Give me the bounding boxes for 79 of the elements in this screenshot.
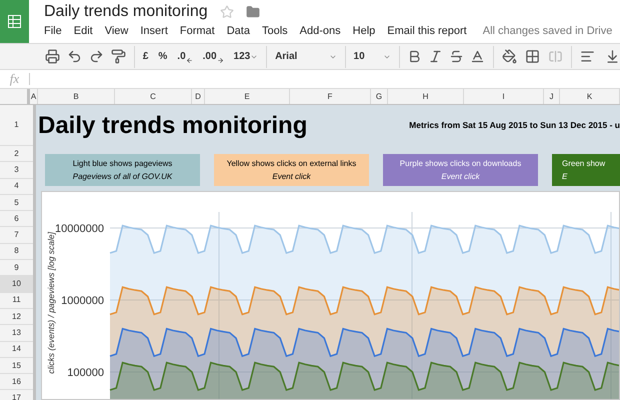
decrease-decimal-button[interactable]: .0 [177, 49, 186, 64]
menu-item[interactable]: File [44, 22, 62, 40]
row-header[interactable]: 13 [0, 325, 33, 342]
column-header[interactable]: F [290, 89, 371, 104]
arrow-right-icon [216, 57, 224, 64]
number-format-button[interactable]: 123 [234, 49, 250, 64]
row-header[interactable]: 7 [0, 227, 33, 244]
row-header[interactable]: 3 [0, 162, 33, 179]
undo-icon[interactable] [67, 49, 82, 64]
legend-label: Purple shows clicks on downloads [400, 158, 522, 170]
borders-icon[interactable] [525, 49, 540, 64]
arrow-left-icon [186, 57, 193, 64]
app-logo[interactable] [0, 0, 29, 43]
column-header[interactable]: C [115, 89, 192, 104]
axis-tick-label: 1000000 [61, 295, 104, 307]
row-header[interactable]: 12 [0, 308, 33, 326]
legend-label: Light blue shows pageviews [72, 158, 172, 170]
column-header[interactable]: G [371, 89, 388, 104]
font-dropdown[interactable]: Arial [275, 49, 298, 64]
axis-tick-label: 100000 [67, 367, 104, 379]
star-icon[interactable] [220, 4, 234, 18]
row-header[interactable]: 2 [0, 146, 33, 162]
vertical-align-icon[interactable] [605, 49, 620, 64]
menu-item[interactable]: Add-ons [300, 22, 341, 40]
column-header[interactable]: I [464, 89, 544, 104]
align-icon[interactable] [580, 49, 596, 64]
paint-format-icon[interactable] [111, 49, 126, 64]
font-size-dropdown[interactable]: 10 [354, 49, 365, 64]
currency-button[interactable]: £ [142, 49, 148, 64]
row-header[interactable]: 17 [0, 390, 33, 400]
sheet-icon [8, 15, 21, 28]
column-header[interactable]: E [205, 89, 290, 104]
column-header[interactable]: D [192, 89, 205, 104]
column-header[interactable]: K [560, 89, 620, 104]
save-status: All changes saved in Drive [482, 24, 612, 39]
menu-item[interactable]: Data [226, 22, 250, 40]
row-header[interactable]: 10 [0, 276, 33, 293]
fill-color-icon[interactable] [502, 49, 518, 64]
redo-icon[interactable] [89, 49, 104, 64]
menu-item[interactable]: Insert [140, 22, 168, 40]
column-header[interactable]: J [544, 89, 560, 104]
column-header[interactable]: B [38, 89, 115, 104]
sheet-title: Daily trends monitoring [38, 110, 308, 140]
menu-item[interactable]: Edit [74, 22, 93, 40]
row-header[interactable]: 1 [0, 105, 33, 146]
row-header[interactable]: 5 [0, 194, 33, 212]
bold-icon[interactable] [407, 49, 422, 64]
row-header[interactable]: 6 [0, 211, 33, 228]
legend-sublabel: E [562, 171, 568, 183]
menu-item[interactable]: Format [180, 22, 215, 40]
column-header[interactable]: H [388, 89, 464, 104]
legend-label: Green show [562, 158, 606, 170]
row-header[interactable]: 16 [0, 374, 33, 390]
column-header[interactable]: A [30, 89, 38, 104]
legend-sublabel: Pageviews of all of GOV.UK [72, 171, 172, 183]
print-icon[interactable] [45, 49, 60, 64]
row-header[interactable]: 14 [0, 342, 33, 358]
legend-sublabel: Event click [272, 171, 311, 183]
text-color-icon[interactable] [470, 49, 486, 64]
menu-item[interactable]: Help [352, 22, 376, 40]
row-header[interactable]: 11 [0, 292, 33, 309]
strikethrough-icon[interactable] [449, 49, 464, 64]
axis-tick-label: 10000000 [55, 223, 104, 235]
percent-button[interactable]: % [158, 49, 168, 64]
metrics-period: Metrics from Sat 15 Aug 2015 to Sun 13 Dec 2015 - u [409, 119, 620, 132]
document-title[interactable]: Daily trends monitoring [44, 4, 208, 20]
menu-item[interactable]: View [104, 22, 128, 40]
menu-item[interactable]: Tools [262, 22, 288, 40]
folder-icon[interactable] [246, 4, 260, 18]
row-header[interactable]: 15 [0, 358, 33, 374]
legend-sublabel: Event click [441, 171, 480, 183]
legend-label: Yellow shows clicks on external links [226, 158, 356, 170]
axis-title: clicks (events) / pageviews [log scale] [46, 232, 56, 374]
row-header[interactable]: 8 [0, 244, 33, 260]
row-header[interactable]: 4 [0, 178, 33, 195]
menu-item[interactable]: Email this report [387, 22, 467, 40]
italic-icon[interactable] [428, 49, 444, 64]
formula-label: fx [8, 70, 20, 88]
increase-decimal-button[interactable]: .00 [202, 49, 217, 64]
